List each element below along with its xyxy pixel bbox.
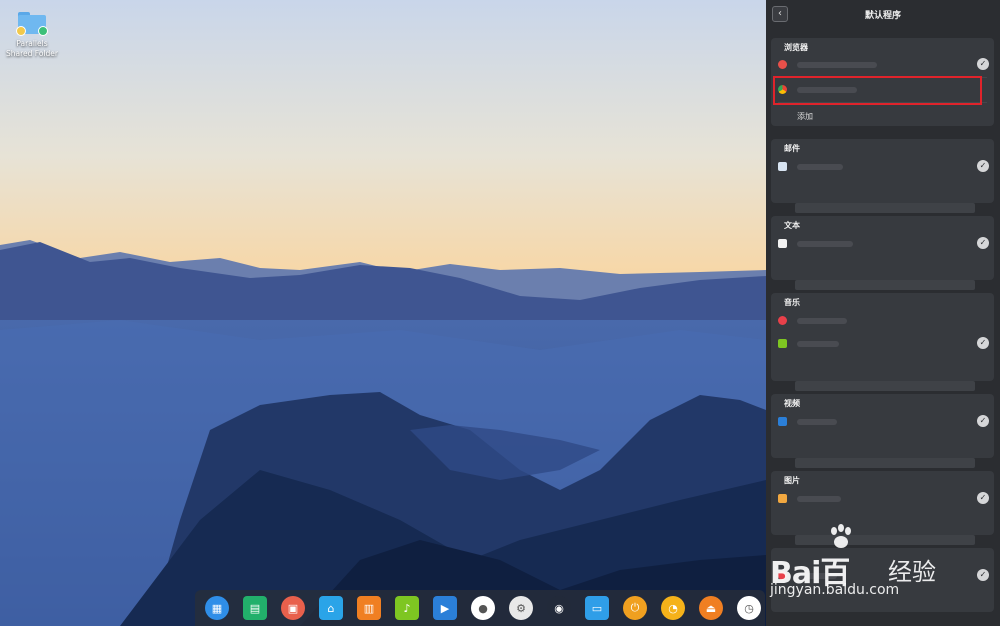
section-title: 浏览器 — [784, 43, 808, 52]
section-title: 文本 — [784, 221, 800, 230]
control-center-icon[interactable]: ◉ — [547, 596, 571, 620]
power-icon[interactable]: ⏻ — [623, 596, 647, 620]
section-mail: 邮件 ✓ — [771, 139, 994, 203]
blurred-app-name — [797, 496, 841, 502]
video-app-icon — [778, 417, 787, 426]
section-title: 音乐 — [784, 298, 800, 307]
browser-option-1[interactable]: ✓ — [771, 54, 994, 76]
annotation-highlight-box — [773, 76, 982, 105]
music-icon[interactable]: ♪ — [395, 596, 419, 620]
music-player-icon — [778, 339, 787, 348]
check-icon: ✓ — [977, 337, 989, 349]
check-icon: ✓ — [977, 160, 989, 172]
monitor-icon[interactable]: ▭ — [585, 596, 609, 620]
blurred-app-name — [797, 62, 877, 68]
music-option-2[interactable]: ✓ — [771, 333, 994, 355]
ghost-overlay — [795, 280, 975, 290]
section-title: 邮件 — [784, 144, 800, 153]
datetime-icon[interactable]: ◷ — [737, 596, 761, 620]
check-icon: ✓ — [977, 237, 989, 249]
image-viewer-icon — [778, 494, 787, 503]
ghost-overlay — [795, 458, 975, 468]
section-text: 文本 ✓ — [771, 216, 994, 280]
multitask-icon[interactable]: ▣ — [281, 596, 305, 620]
section-music: 音乐 ✓ — [771, 293, 994, 381]
blurred-app-name — [797, 419, 837, 425]
folder-icon — [16, 12, 48, 36]
check-icon: ✓ — [977, 492, 989, 504]
launcher-icon[interactable]: ▦ — [205, 596, 229, 620]
store-icon[interactable]: ⌂ — [319, 596, 343, 620]
archive-icon[interactable]: ▥ — [357, 596, 381, 620]
ghost-overlay — [795, 381, 975, 391]
music-option-1[interactable] — [771, 310, 994, 332]
video-icon[interactable]: ▶ — [433, 596, 457, 620]
blurred-app-name — [797, 318, 847, 324]
mail-app-icon — [778, 162, 787, 171]
video-option-1[interactable]: ✓ — [771, 411, 994, 433]
add-button[interactable]: 添加 — [797, 111, 813, 122]
section-video: 视频 ✓ — [771, 394, 994, 458]
settings-icon[interactable]: ⚙ — [509, 596, 533, 620]
image-option-1[interactable]: ✓ — [771, 488, 994, 510]
browser-app-icon — [778, 60, 787, 69]
dock: ▦ ▤ ▣ ⌂ ▥ ♪ ▶ ● ⚙ ◉ ▭ ⏻ ◔ ⏏ ◷ — [195, 590, 765, 626]
desktop-icon-parallels-shared-folder[interactable]: Parallels Shared Folder — [6, 12, 58, 59]
blurred-app-name — [797, 164, 843, 170]
watermark-url: jingyan.baidu.com — [770, 582, 900, 598]
eject-icon[interactable]: ⏏ — [699, 596, 723, 620]
check-icon: ✓ — [977, 58, 989, 70]
check-icon: ✓ — [977, 415, 989, 427]
browser-add-row[interactable]: 添加 — [771, 104, 994, 126]
text-option-1[interactable]: ✓ — [771, 233, 994, 255]
blurred-app-name — [797, 341, 839, 347]
panel-header: ‹ 默认程序 — [766, 0, 1000, 28]
text-editor-icon — [778, 239, 787, 248]
section-title: 视频 — [784, 399, 800, 408]
ghost-overlay — [795, 203, 975, 213]
baidu-jingyan-watermark: Bai百 经验 jingyan.baidu.com — [770, 518, 996, 618]
section-title: 图片 — [784, 476, 800, 485]
music-app-icon — [778, 316, 787, 325]
blurred-app-name — [797, 241, 853, 247]
terminal-icon[interactable]: ▤ — [243, 596, 267, 620]
chrome-icon[interactable]: ● — [471, 596, 495, 620]
clock-icon[interactable]: ◔ — [661, 596, 685, 620]
desktop-icon-label: Parallels Shared Folder — [6, 39, 58, 58]
mail-option-1[interactable]: ✓ — [771, 156, 994, 178]
panel-title: 默认程序 — [864, 11, 901, 21]
